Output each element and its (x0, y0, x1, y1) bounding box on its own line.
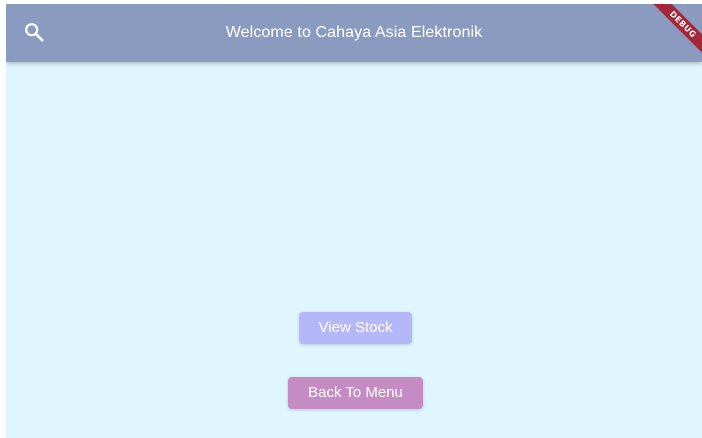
app-window: Welcome to Cahaya Asia Elektronik View S… (6, 4, 702, 438)
main-content: View Stock Back To Menu (6, 62, 702, 438)
page-title: Welcome to Cahaya Asia Elektronik (225, 24, 483, 41)
back-to-menu-button[interactable]: Back To Menu (288, 377, 423, 409)
view-stock-button[interactable]: View Stock (299, 312, 412, 344)
app-bar: Welcome to Cahaya Asia Elektronik (6, 4, 702, 62)
